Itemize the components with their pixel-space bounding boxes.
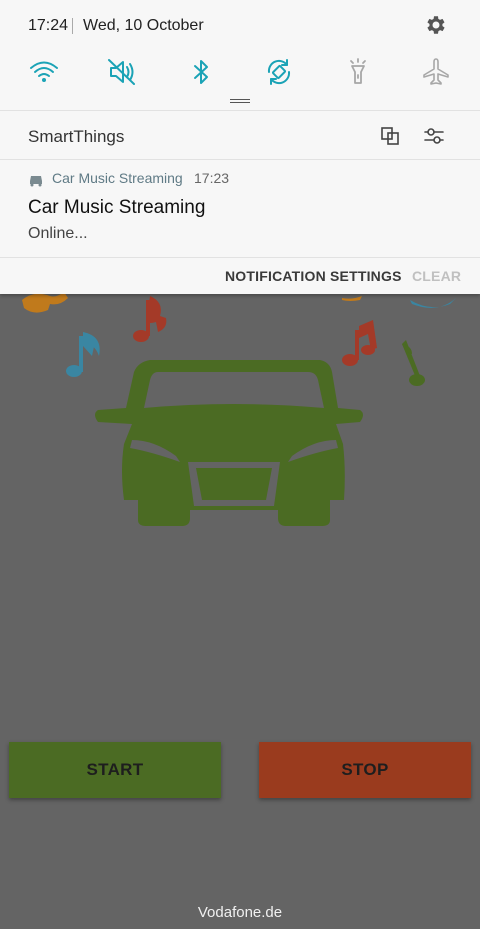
- notification-text: Online...: [28, 225, 88, 242]
- car-windshield: [144, 372, 324, 408]
- clear-button[interactable]: CLEAR: [412, 268, 461, 284]
- notification-time: 17:23: [194, 170, 230, 186]
- shade-drag-handle[interactable]: [230, 99, 250, 103]
- auto-rotate-icon[interactable]: [263, 56, 295, 88]
- notification-app-name: Car Music Streaming: [52, 170, 183, 186]
- car-music-app-icon: [30, 176, 42, 187]
- panel-settings-sliders-icon[interactable]: [423, 125, 445, 147]
- carrier-label: Vodafone.de: [197, 904, 283, 921]
- notification-shade: 17:24 Wed, 10 October SmartThings Car Mu…: [0, 0, 480, 294]
- start-button[interactable]: START: [9, 742, 221, 798]
- car-grille: [196, 468, 272, 500]
- music-note-orange-icon: [22, 292, 68, 313]
- status-bar: 17:24 Wed, 10 October: [0, 0, 480, 52]
- status-date: Wed, 10 October: [83, 17, 204, 34]
- notification-card[interactable]: Car Music Streaming 17:23 Car Music Stre…: [0, 161, 480, 257]
- notification-settings-button[interactable]: NOTIFICATION SETTINGS: [225, 268, 402, 284]
- sound-muted-icon[interactable]: [106, 56, 138, 88]
- wifi-icon[interactable]: [28, 56, 60, 88]
- music-note-top-icons: [342, 296, 456, 308]
- smartthings-panel-header: SmartThings: [0, 110, 480, 160]
- bluetooth-icon[interactable]: [185, 56, 217, 88]
- quick-settings-bar: [0, 52, 480, 92]
- panel-title: SmartThings: [28, 127, 125, 146]
- stop-button[interactable]: STOP: [259, 742, 471, 798]
- music-note-green-icon: [402, 340, 425, 386]
- status-time: 17:24: [28, 17, 69, 34]
- settings-gear-icon[interactable]: [424, 13, 448, 37]
- flashlight-icon[interactable]: [342, 56, 374, 88]
- status-separator: [72, 18, 73, 34]
- airplane-mode-icon[interactable]: [420, 56, 452, 88]
- stop-button-label: STOP: [341, 760, 389, 779]
- notification-actions-bar: NOTIFICATION SETTINGS CLEAR: [0, 257, 480, 294]
- music-note-red-right-icon: [342, 320, 377, 366]
- start-button-label: START: [86, 760, 144, 779]
- music-note-blue-icon: [66, 332, 100, 377]
- device-panel-icon[interactable]: [379, 125, 401, 147]
- notification-title: Car Music Streaming: [28, 197, 206, 218]
- music-note-red-icon: [133, 296, 167, 342]
